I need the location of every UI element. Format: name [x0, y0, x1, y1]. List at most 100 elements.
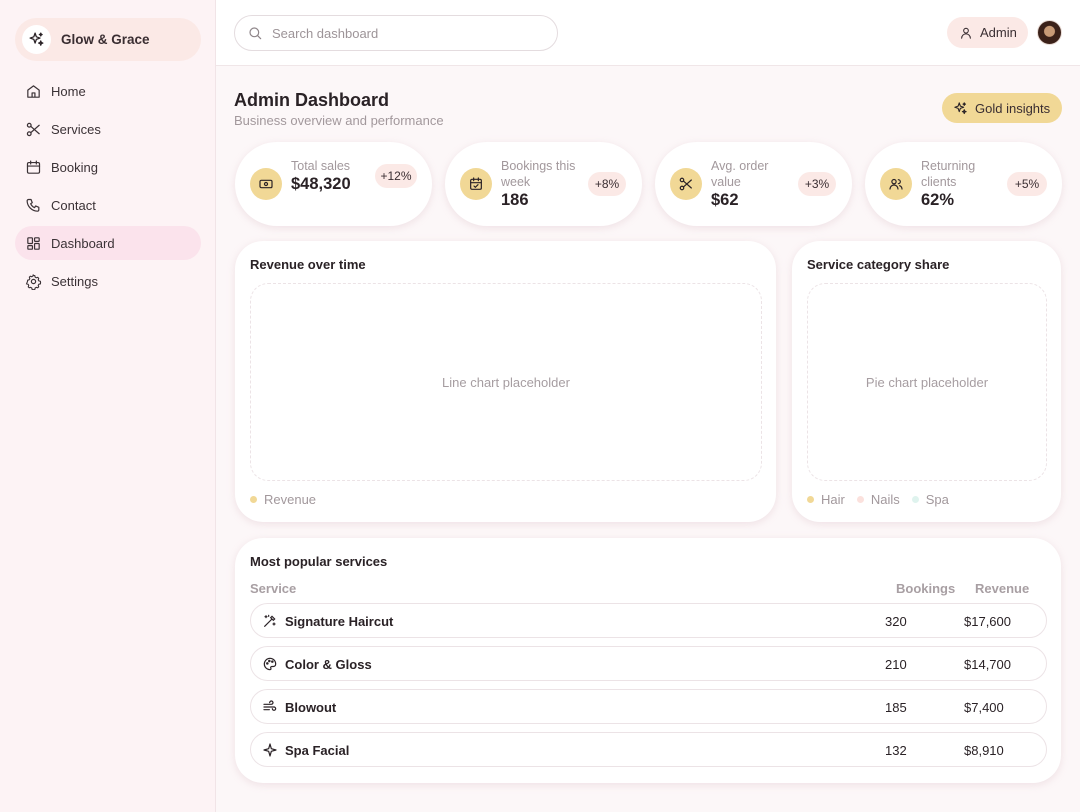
- table-row[interactable]: Color & Gloss 210 $14,700: [250, 646, 1047, 681]
- top-bar: Admin: [216, 0, 1080, 66]
- service-bookings: 185: [885, 700, 907, 715]
- revenue-chart-card: Revenue over time Line chart placeholder…: [235, 241, 776, 522]
- placeholder-text: Pie chart placeholder: [865, 374, 989, 390]
- sparkle-icon: [263, 743, 277, 757]
- stat-delta-badge: +3%: [798, 172, 836, 196]
- stat-label: Total sales: [291, 159, 351, 173]
- sidebar-item-label: Services: [51, 121, 101, 137]
- search-box[interactable]: [234, 15, 558, 51]
- stat-card-avg-order: Avg. order value $62 +3%: [655, 142, 852, 226]
- legend-dot: [911, 496, 919, 503]
- sidebar-item-label: Contact: [51, 197, 96, 213]
- sidebar-item-booking[interactable]: Booking: [15, 150, 201, 184]
- calendar-check-icon: [460, 168, 492, 200]
- palette-icon: [263, 657, 277, 671]
- legend-item-hair: Hair: [807, 492, 845, 507]
- column-header-service: Service: [250, 581, 297, 596]
- gear-icon: [25, 273, 42, 290]
- scissors-icon: [26, 122, 40, 136]
- line-chart-placeholder: Line chart placeholder: [250, 283, 762, 481]
- sparkle-icon: [954, 101, 967, 114]
- table-row[interactable]: Spa Facial 132 $8,910: [250, 732, 1047, 767]
- sidebar-item-home[interactable]: Home: [15, 74, 201, 108]
- cash-icon: [250, 168, 282, 200]
- scissors-icon: [670, 168, 702, 200]
- stat-card-returning-clients: Returning clients 62% +5%: [865, 142, 1062, 226]
- sparkle-icon: [22, 25, 51, 54]
- category-share-card: Service category share Pie chart placeho…: [792, 241, 1061, 522]
- stat-value: $48,320: [291, 175, 351, 193]
- service-bookings: 320: [885, 614, 907, 629]
- users-icon: [880, 168, 912, 200]
- table-row[interactable]: Blowout 185 $7,400: [250, 689, 1047, 724]
- sidebar-item-label: Settings: [51, 273, 98, 289]
- sidebar-item-settings[interactable]: Settings: [15, 264, 201, 298]
- legend-item-spa: Spa: [911, 492, 949, 507]
- service-revenue: $7,400: [964, 700, 1004, 715]
- column-header-bookings: Bookings: [896, 581, 956, 596]
- service-name: Spa Facial: [285, 743, 350, 758]
- legend-dot: [250, 496, 257, 503]
- legend-label: Hair: [821, 492, 845, 507]
- stat-card-total-sales: Total sales $48,320 +12%: [235, 142, 432, 226]
- calendar-icon: [26, 160, 41, 174]
- magic-wand-icon: [264, 614, 276, 627]
- sidebar-item-dashboard[interactable]: Dashboard: [15, 226, 201, 260]
- stat-label: Bookings this week: [501, 159, 576, 189]
- table-row[interactable]: Signature Haircut 320 $17,600: [250, 603, 1047, 638]
- home-icon: [27, 84, 40, 98]
- legend-item-revenue: Revenue: [250, 492, 316, 507]
- service-bookings: 210: [885, 657, 907, 672]
- phone-icon: [26, 198, 40, 212]
- stat-value: $62: [711, 191, 739, 209]
- sidebar-item-label: Booking: [51, 159, 98, 175]
- chart-legend: Revenue: [250, 492, 328, 507]
- sidebar-nav: Home Services Booking Contact Dashboard …: [15, 74, 201, 302]
- service-name: Color & Gloss: [285, 657, 372, 672]
- service-name: Blowout: [285, 700, 337, 715]
- legend-label: Nails: [870, 492, 900, 507]
- pie-chart-placeholder: Pie chart placeholder: [807, 283, 1047, 481]
- admin-button[interactable]: Admin: [947, 17, 1028, 48]
- legend-item-nails: Nails: [856, 492, 900, 507]
- service-name: Signature Haircut: [285, 614, 394, 629]
- placeholder-text: Line chart placeholder: [442, 374, 570, 390]
- page-subtitle: Business overview and performance: [234, 113, 444, 128]
- search-input[interactable]: [272, 25, 532, 41]
- legend-dot: [807, 496, 814, 503]
- sidebar-item-services[interactable]: Services: [15, 112, 201, 146]
- brand-badge[interactable]: Glow & Grace: [15, 18, 201, 61]
- legend-dot: [856, 496, 864, 503]
- legend-label: Spa: [925, 492, 949, 507]
- sidebar: Glow & Grace Home Services Booking Conta…: [0, 0, 216, 812]
- service-revenue: $8,910: [964, 743, 1004, 758]
- page-title: Admin Dashboard: [234, 90, 390, 110]
- stat-label: Returning clients: [921, 159, 976, 189]
- card-title: Most popular services: [250, 554, 388, 569]
- admin-label: Admin: [980, 25, 1017, 40]
- brand-name: Glow & Grace: [61, 32, 150, 47]
- service-revenue: $14,700: [964, 657, 1011, 672]
- sidebar-item-label: Dashboard: [51, 235, 115, 251]
- column-header-revenue: Revenue: [975, 581, 1030, 596]
- stat-delta-badge: +5%: [1007, 172, 1047, 196]
- sidebar-item-label: Home: [51, 83, 86, 99]
- stat-delta-badge: +8%: [588, 172, 626, 196]
- gold-insights-label: Gold insights: [975, 100, 1051, 116]
- card-title: Revenue over time: [250, 257, 366, 272]
- stat-label: Avg. order value: [711, 159, 769, 189]
- avatar[interactable]: [1037, 20, 1062, 45]
- stat-value: 62%: [921, 191, 955, 209]
- user-icon: [961, 27, 971, 39]
- stat-delta-badge: +12%: [375, 164, 417, 188]
- card-title: Service category share: [807, 257, 950, 272]
- stat-value: 186: [501, 191, 529, 209]
- service-revenue: $17,600: [964, 614, 1011, 629]
- sidebar-item-contact[interactable]: Contact: [15, 188, 201, 222]
- legend-label: Revenue: [264, 492, 317, 507]
- chart-legend: Hair Nails Spa: [807, 492, 961, 507]
- dashboard-icon: [27, 236, 40, 250]
- stat-card-bookings: Bookings this week 186 +8%: [445, 142, 642, 226]
- wind-icon: [263, 700, 277, 711]
- gold-insights-button[interactable]: Gold insights: [942, 93, 1062, 123]
